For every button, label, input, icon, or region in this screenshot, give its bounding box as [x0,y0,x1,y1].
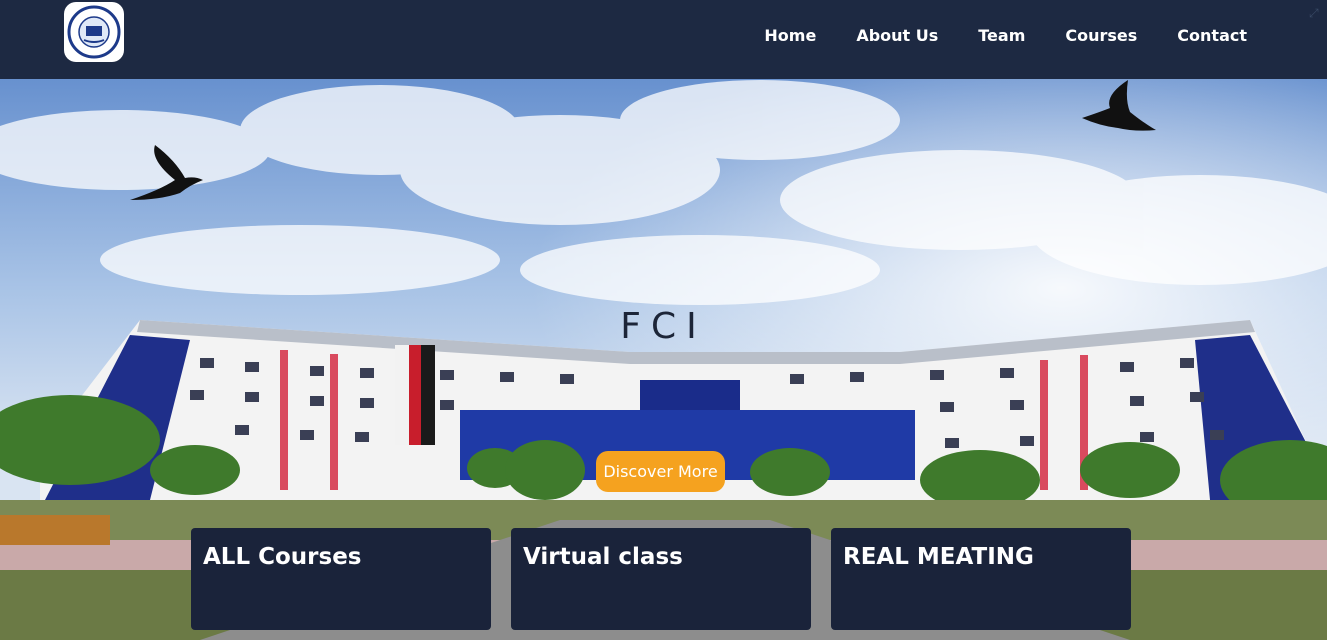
card-title: ALL Courses [203,544,362,570]
hero-title: FCI [620,306,707,347]
nav-home[interactable]: Home [764,26,816,45]
card-title: Virtual class [523,544,683,570]
university-logo[interactable] [64,2,124,62]
nav-courses[interactable]: Courses [1065,26,1137,45]
nav-about-us[interactable]: About Us [856,26,938,45]
nav-team[interactable]: Team [978,26,1025,45]
card-real-meating[interactable]: REAL MEATING [831,528,1131,630]
card-all-courses[interactable]: ALL Courses [191,528,491,630]
logo-seal-icon [67,5,121,59]
card-title: REAL MEATING [843,544,1034,570]
card-virtual-class[interactable]: Virtual class [511,528,811,630]
top-navbar: Home About Us Team Courses Contact ⤢ [0,0,1327,79]
discover-more-button[interactable]: Discover More [596,451,725,492]
expand-icon[interactable]: ⤢ [1309,6,1323,20]
nav-contact[interactable]: Contact [1177,26,1247,45]
main-menu: Home About Us Team Courses Contact [724,26,1247,45]
